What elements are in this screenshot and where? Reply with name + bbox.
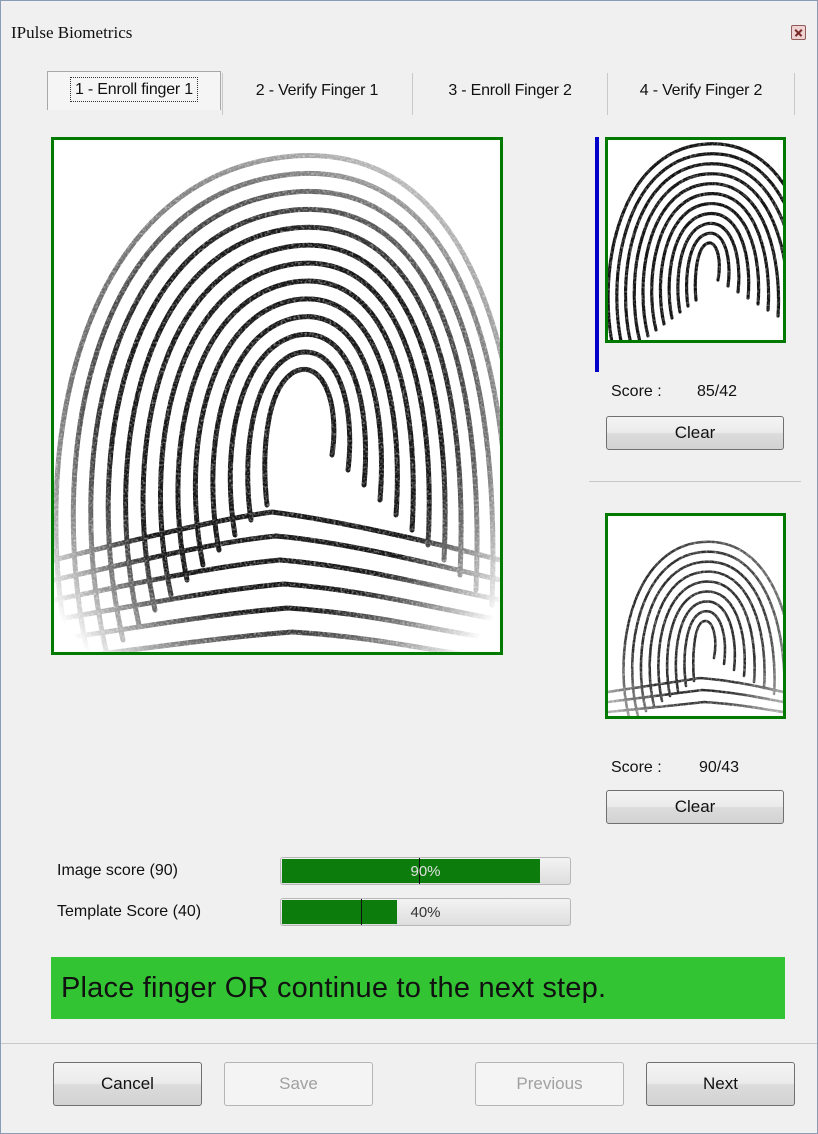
tab-enroll-finger-2[interactable]: 3 - Enroll Finger 2 xyxy=(413,69,607,113)
tab-label: 2 - Verify Finger 1 xyxy=(255,82,379,99)
tab-separator xyxy=(794,73,795,115)
template-score-bar: 40% xyxy=(280,898,571,926)
tab-label: 1 - Enroll finger 1 xyxy=(69,77,199,102)
sample-1-score-label: Score : xyxy=(611,383,662,400)
save-button[interactable]: Save xyxy=(224,1062,373,1106)
next-button[interactable]: Next xyxy=(646,1062,795,1106)
selected-sample-indicator xyxy=(595,137,599,372)
clear-sample-1-button[interactable]: Clear xyxy=(606,416,784,450)
biometrics-dialog: IPulse Biometrics 1 - Enroll finger 1 2 … xyxy=(0,0,818,1134)
close-icon[interactable] xyxy=(791,25,806,40)
image-score-percent: 90% xyxy=(410,863,441,880)
tab-verify-finger-2[interactable]: 4 - Verify Finger 2 xyxy=(608,69,794,113)
window-title: IPulse Biometrics xyxy=(11,23,133,42)
previous-button[interactable]: Previous xyxy=(475,1062,624,1106)
cancel-button[interactable]: Cancel xyxy=(53,1062,202,1106)
fingerprint-thumbnail-image xyxy=(608,140,783,340)
sample-1-thumbnail[interactable] xyxy=(605,137,786,343)
template-score-percent: 40% xyxy=(410,904,441,921)
tab-verify-finger-1[interactable]: 2 - Verify Finger 1 xyxy=(223,69,411,113)
footer-divider xyxy=(1,1043,817,1044)
sample-1-score-value: 85/42 xyxy=(697,383,738,400)
fingerprint-thumbnail-image xyxy=(608,516,783,716)
template-score-label: Template Score (40) xyxy=(57,903,202,920)
image-score-bar: 90% xyxy=(280,857,571,885)
tab-label: 3 - Enroll Finger 2 xyxy=(448,82,572,99)
image-score-label: Image score (90) xyxy=(57,862,178,879)
fingerprint-preview xyxy=(51,137,503,655)
samples-divider xyxy=(589,481,801,482)
fingerprint-image xyxy=(54,140,500,652)
status-banner: Place finger OR continue to the next ste… xyxy=(51,957,785,1019)
sample-2-score-value: 90/43 xyxy=(699,759,740,776)
sample-2-thumbnail[interactable] xyxy=(605,513,786,719)
tab-label: 4 - Verify Finger 2 xyxy=(639,82,763,99)
tab-enroll-finger-1[interactable]: 1 - Enroll finger 1 xyxy=(47,71,221,110)
clear-sample-2-button[interactable]: Clear xyxy=(606,790,784,824)
title-bar: IPulse Biometrics xyxy=(1,1,817,43)
sample-2-score-label: Score : xyxy=(611,759,662,776)
